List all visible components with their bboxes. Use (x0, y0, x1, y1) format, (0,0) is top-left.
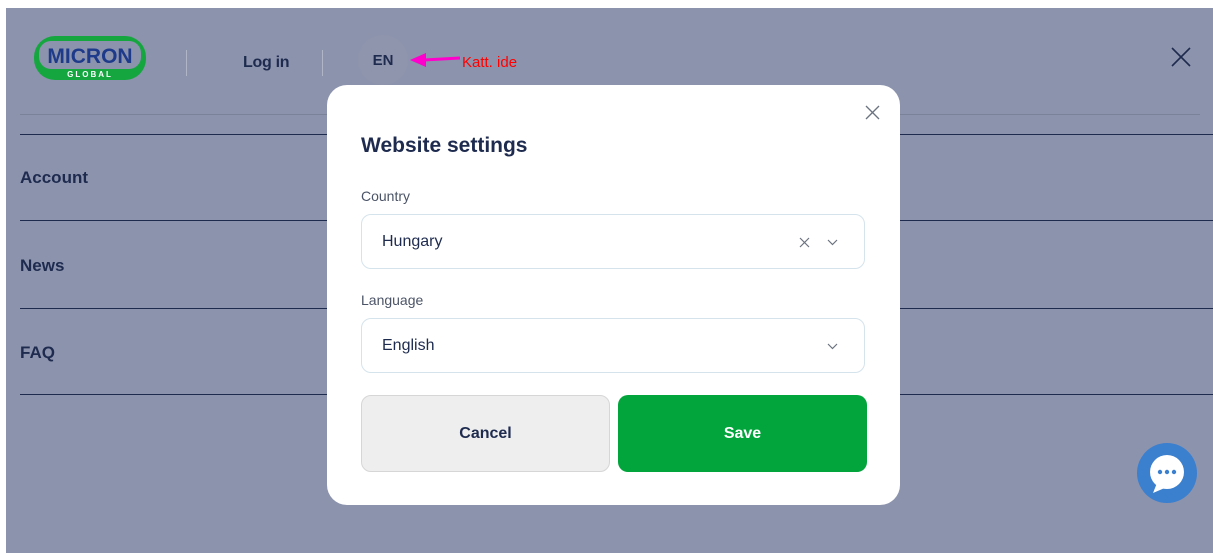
page-overlay: MICRON GLOBAL Log in EN Katt. ide Accoun… (6, 8, 1213, 553)
language-button[interactable]: EN (358, 35, 408, 85)
login-link[interactable]: Log in (243, 54, 289, 72)
cancel-button[interactable]: Cancel (361, 395, 610, 472)
micron-global-logo[interactable]: MICRON GLOBAL (26, 34, 156, 82)
close-icon[interactable] (864, 104, 881, 121)
chat-bubble-icon (1150, 455, 1184, 493)
language-value: English (382, 337, 435, 354)
modal-title: Website settings (361, 134, 528, 157)
website-settings-modal: Website settings Country Hungary Languag… (327, 85, 900, 505)
annotation-label: Katt. ide (462, 54, 518, 71)
annotation-arrow-icon (410, 53, 460, 67)
save-button[interactable]: Save (618, 395, 867, 472)
chevron-down-icon[interactable] (827, 239, 838, 246)
logo-text: MICRON (47, 45, 132, 68)
clear-icon[interactable] (799, 237, 810, 248)
header-divider (322, 50, 323, 76)
chat-button[interactable] (1137, 443, 1197, 503)
chevron-down-icon[interactable] (827, 343, 838, 350)
language-select[interactable]: English (361, 318, 865, 373)
country-value: Hungary (382, 233, 443, 250)
menu-item-faq[interactable]: FAQ (20, 343, 55, 363)
country-select[interactable]: Hungary (361, 214, 865, 269)
menu-item-account[interactable]: Account (20, 168, 88, 188)
menu-item-news[interactable]: News (20, 256, 64, 276)
header-divider (186, 50, 187, 76)
country-label: Country (361, 188, 411, 204)
language-label: Language (361, 292, 424, 308)
logo-subtext: GLOBAL (67, 70, 113, 79)
close-icon[interactable] (1169, 45, 1193, 69)
